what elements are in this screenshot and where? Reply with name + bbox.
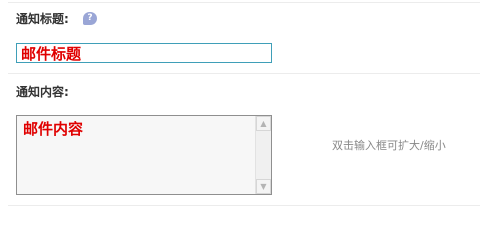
textarea-resize-hint: 双击输入框可扩大/缩小 (332, 139, 446, 152)
question-bubble-icon[interactable]: ? (83, 12, 97, 25)
textarea-scrollbar[interactable]: ▲ ▼ (255, 116, 271, 194)
section-divider (8, 73, 480, 74)
top-divider (8, 2, 480, 3)
triangle-down-icon[interactable]: ▼ (256, 179, 271, 194)
bottom-divider (8, 205, 480, 206)
notice-content-label: 通知内容: (16, 85, 69, 99)
notice-content-textarea[interactable]: 邮件内容 ▲ ▼ (16, 115, 272, 195)
triangle-up-icon[interactable]: ▲ (256, 116, 271, 131)
notice-title-input[interactable] (16, 43, 272, 63)
notice-content-text: 邮件内容 (23, 120, 84, 138)
notice-title-label: 通知标题: (16, 12, 69, 26)
